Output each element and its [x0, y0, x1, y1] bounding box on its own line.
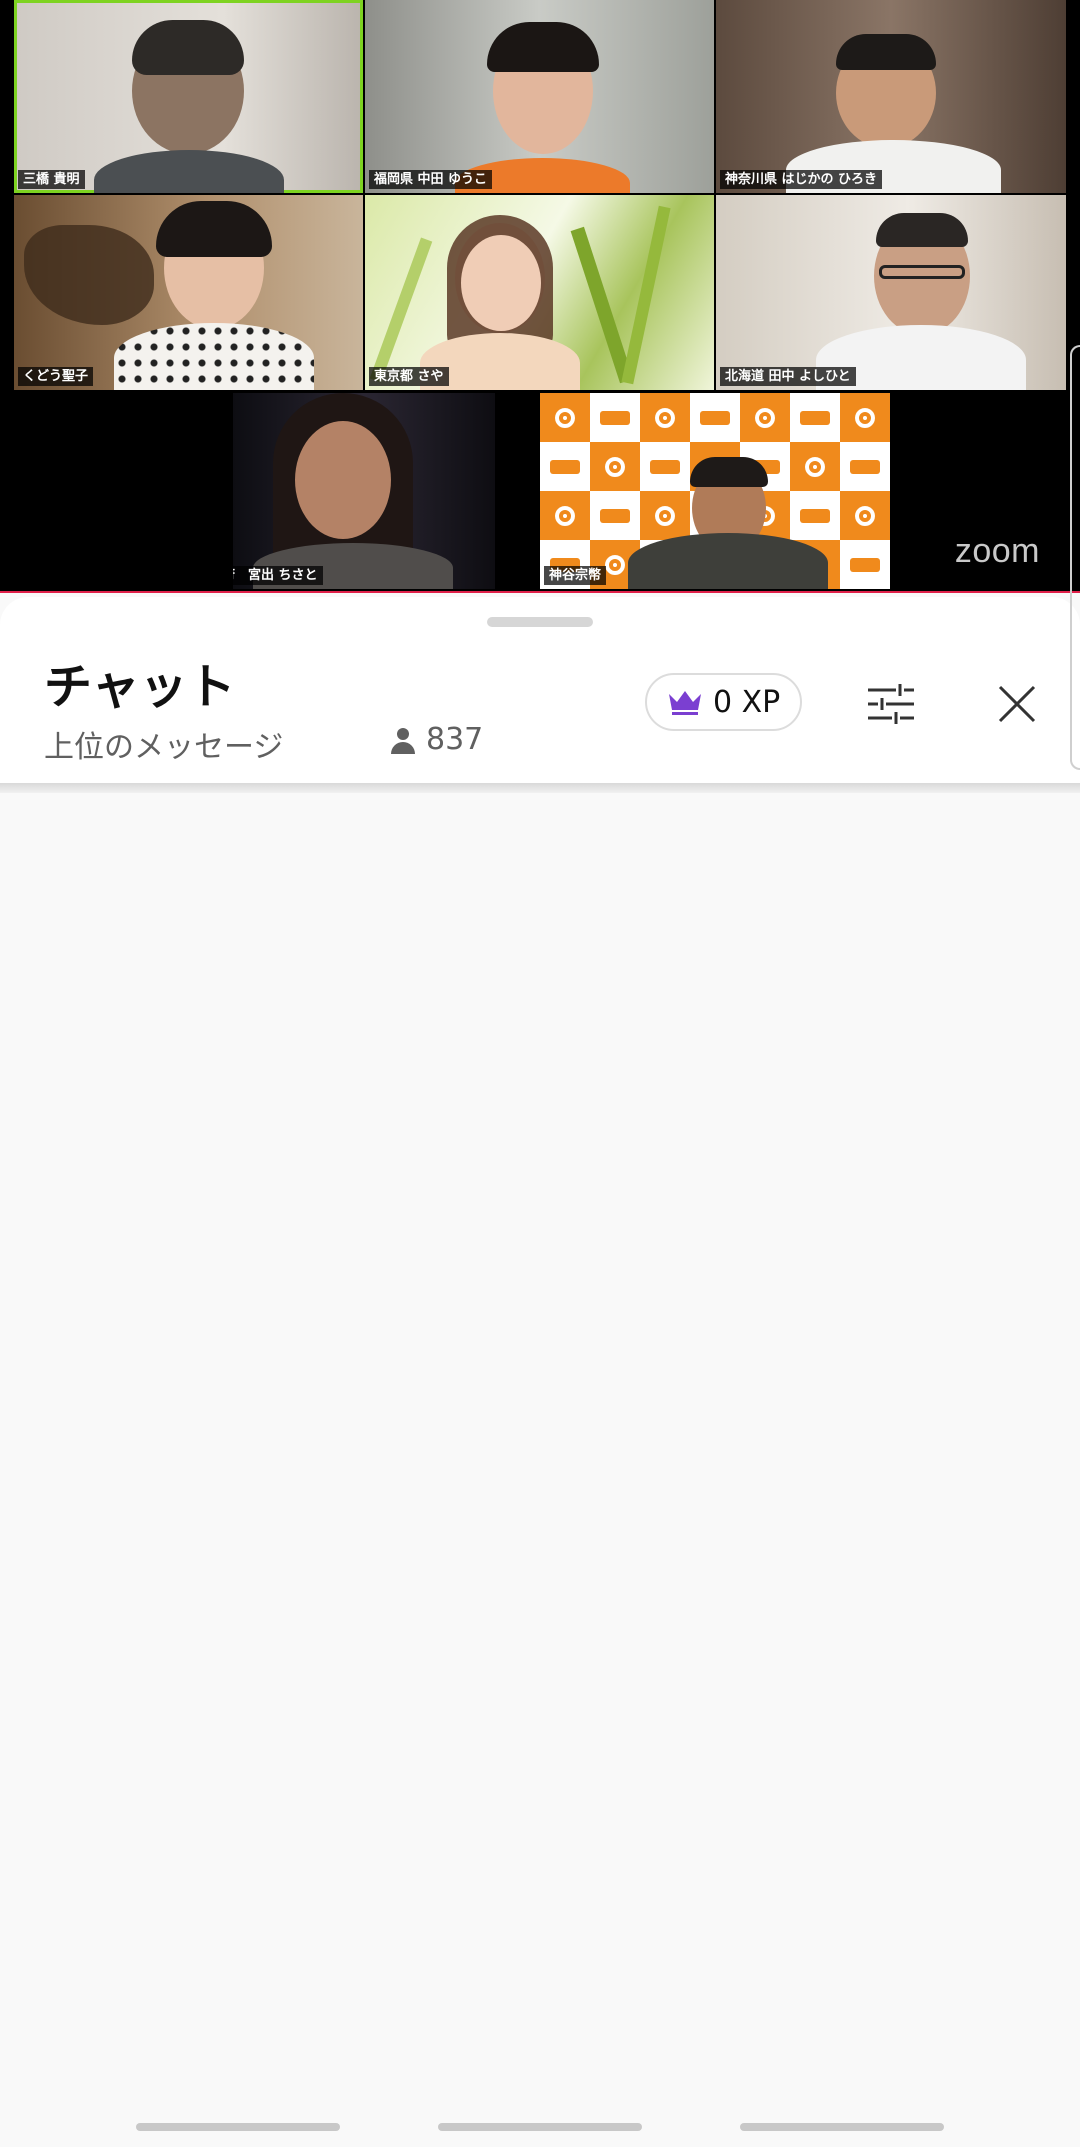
participant-tile[interactable]: 神谷宗幣: [540, 393, 890, 589]
participant-tile[interactable]: 福岡県 中田 ゆうこ: [365, 0, 714, 193]
xp-value: 0 XP: [713, 684, 781, 720]
chat-title: チャット: [44, 659, 236, 715]
side-handle[interactable]: [1070, 345, 1080, 770]
participant-name: 北海道 田中 よしひと: [720, 367, 856, 386]
participant-name: くどう聖子: [18, 367, 94, 386]
chat-message-list[interactable]: [0, 793, 1080, 2093]
chat-panel: チャット 上位のメッセージ 837 0 XP: [0, 597, 1080, 2147]
zoom-logo: zoom: [954, 532, 1040, 570]
crown-icon: [669, 691, 701, 715]
viewer-count-value: 837: [426, 722, 484, 757]
person-icon: [390, 725, 416, 755]
participant-name: 東京都 さや: [369, 367, 449, 386]
participant-tile[interactable]: くどう聖子: [14, 195, 363, 390]
participant-name: 神奈川県 はじかの ひろき: [720, 170, 883, 189]
participant-tile[interactable]: 東京都 さや: [365, 195, 714, 390]
xp-badge[interactable]: 0 XP: [645, 673, 803, 731]
drag-handle[interactable]: [487, 617, 593, 627]
participant-name: 大阪府 宮出 ちさと: [233, 566, 323, 585]
participant-tile[interactable]: 神奈川県 はじかの ひろき: [716, 0, 1066, 193]
close-button[interactable]: [988, 675, 1046, 733]
participant-tile[interactable]: 大阪府 宮出 ちさと: [233, 393, 495, 589]
participant-tile[interactable]: 北海道 田中 よしひと: [716, 195, 1066, 390]
close-icon: [998, 685, 1036, 723]
video-conference-area[interactable]: 三橋 貴明 福岡県 中田 ゆうこ 神奈川県 はじかの ひろき くどう聖子 東京都…: [0, 0, 1080, 593]
header-divider: [0, 783, 1080, 793]
chat-header: チャット 上位のメッセージ 837 0 XP: [0, 597, 1080, 783]
sliders-icon: [868, 684, 914, 724]
viewer-count: 837: [390, 722, 483, 757]
nav-button-recents[interactable]: [136, 2123, 340, 2131]
nav-button-back[interactable]: [740, 2123, 944, 2131]
participant-name: 福岡県 中田 ゆうこ: [369, 170, 493, 189]
nav-button-home[interactable]: [438, 2123, 642, 2131]
participant-name: 三橋 貴明: [18, 170, 85, 189]
system-nav-bar: [0, 2105, 1080, 2147]
participant-tile[interactable]: 三橋 貴明: [14, 0, 363, 193]
progress-line: [0, 591, 1080, 593]
filter-button[interactable]: [862, 675, 920, 733]
chat-mode-selector[interactable]: 上位のメッセージ: [44, 722, 283, 766]
participant-name: 神谷宗幣: [544, 566, 607, 585]
